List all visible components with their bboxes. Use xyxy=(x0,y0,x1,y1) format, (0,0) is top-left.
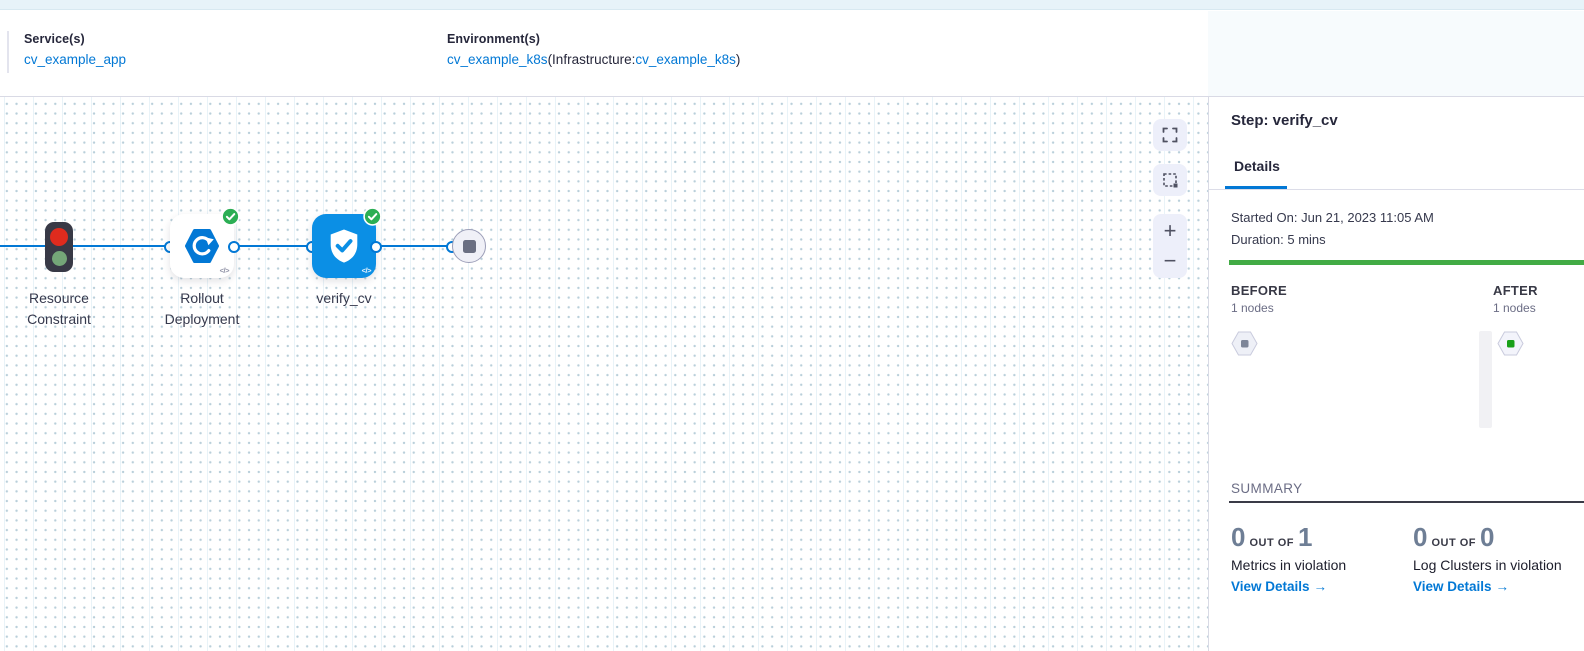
connector-dot xyxy=(228,241,240,253)
after-node-hexagon[interactable] xyxy=(1497,331,1524,356)
arrow-right-icon: → xyxy=(1496,579,1510,594)
log-clusters-view-details-link[interactable]: View Details → xyxy=(1413,579,1584,594)
success-badge xyxy=(363,207,382,226)
metrics-violation-label: Metrics in violation xyxy=(1231,557,1411,573)
edge-start-to-rollout xyxy=(0,245,170,247)
code-icon: </> xyxy=(220,266,229,275)
environment-block: Environment(s) cv_example_k8s(Infrastruc… xyxy=(447,32,740,69)
summary-divider xyxy=(1229,501,1584,503)
log-clusters-violation-value: 0 xyxy=(1413,522,1427,552)
out-of-label: OUT OF xyxy=(1427,537,1480,549)
out-of-label: OUT OF xyxy=(1245,537,1298,549)
marquee-select-button[interactable] xyxy=(1153,164,1187,196)
environment-infra-close: ) xyxy=(736,52,741,67)
before-header: BEFORE xyxy=(1231,283,1287,298)
service-block: Service(s) cv_example_app xyxy=(24,32,126,69)
service-label: Service(s) xyxy=(24,32,126,46)
execution-context-header: Service(s) cv_example_app Environment(s)… xyxy=(0,11,1584,97)
top-accent-strip xyxy=(0,0,1584,10)
node-label-verify-cv[interactable]: verify_cv xyxy=(284,288,404,309)
fit-to-screen-button[interactable] xyxy=(1153,119,1187,151)
environment-infra-open: (Infrastructure: xyxy=(548,52,636,67)
zoom-controls: + − xyxy=(1153,214,1187,278)
node-resource-constraint[interactable] xyxy=(45,222,73,272)
service-link[interactable]: cv_example_app xyxy=(24,52,126,67)
metrics-violation-value: 0 xyxy=(1231,522,1245,552)
arrow-right-icon: → xyxy=(1314,579,1328,594)
edge-verify-to-end xyxy=(376,245,452,247)
after-node-count: 1 nodes xyxy=(1493,301,1536,315)
log-clusters-violation-numbers: 0OUT OF0 xyxy=(1413,523,1584,552)
edge-rollout-to-verify xyxy=(234,245,312,247)
duration-text: Duration: 5 mins xyxy=(1231,232,1326,247)
code-icon: </> xyxy=(362,266,371,275)
tabs-divider xyxy=(1209,189,1584,190)
pipeline-canvas[interactable]: Resource Constraint </> Rollout Deployme… xyxy=(0,97,1208,651)
verification-progress-bar xyxy=(1229,260,1584,265)
before-node-hexagon[interactable] xyxy=(1231,331,1258,356)
pipeline-end-node xyxy=(452,229,486,263)
log-clusters-total-value: 0 xyxy=(1480,522,1494,552)
header-right-tint xyxy=(1208,11,1584,96)
view-details-text: View Details xyxy=(1413,579,1492,594)
metrics-violation-stat: 0OUT OF1 Metrics in violation View Detai… xyxy=(1231,523,1411,594)
metrics-total-value: 1 xyxy=(1298,522,1312,552)
log-clusters-violation-label: Log Clusters in violation xyxy=(1413,557,1584,573)
success-badge xyxy=(221,207,240,226)
after-header: AFTER xyxy=(1493,283,1538,298)
before-node-count: 1 nodes xyxy=(1231,301,1274,315)
traffic-light-green-icon xyxy=(52,251,67,266)
selection-box-icon xyxy=(1162,172,1179,189)
before-after-divider-bar[interactable] xyxy=(1479,331,1492,428)
node-label-resource-constraint[interactable]: Resource Constraint xyxy=(0,288,119,330)
environment-link[interactable]: cv_example_k8s xyxy=(447,52,548,67)
summary-header: SUMMARY xyxy=(1231,481,1303,496)
tab-details[interactable]: Details xyxy=(1234,158,1280,174)
stop-square-icon xyxy=(463,240,476,253)
traffic-light-red-icon xyxy=(50,228,68,246)
infrastructure-link[interactable]: cv_example_k8s xyxy=(635,52,736,67)
connector-dot xyxy=(370,241,382,253)
zoom-in-button[interactable]: + xyxy=(1153,217,1187,245)
zoom-out-button[interactable]: − xyxy=(1153,247,1187,275)
step-details-panel: Step: verify_cv Details Started On: Jun … xyxy=(1208,97,1584,651)
view-details-text: View Details xyxy=(1231,579,1310,594)
metrics-view-details-link[interactable]: View Details → xyxy=(1231,579,1411,594)
panel-title: Step: verify_cv xyxy=(1231,112,1338,129)
metrics-violation-numbers: 0OUT OF1 xyxy=(1231,523,1411,552)
verify-shield-icon xyxy=(325,227,363,265)
started-on-text: Started On: Jun 21, 2023 11:05 AM xyxy=(1231,210,1434,225)
k8s-rollout-icon xyxy=(182,226,222,266)
environment-label: Environment(s) xyxy=(447,32,740,46)
node-label-rollout-deployment[interactable]: Rollout Deployment xyxy=(142,288,262,330)
fullscreen-icon xyxy=(1162,127,1178,143)
node-rollout-deployment[interactable]: </> xyxy=(170,214,234,278)
log-clusters-violation-stat: 0OUT OF0 Log Clusters in violation View … xyxy=(1413,523,1584,594)
node-verify-cv[interactable]: </> xyxy=(312,214,376,278)
header-left-divider xyxy=(7,31,9,73)
